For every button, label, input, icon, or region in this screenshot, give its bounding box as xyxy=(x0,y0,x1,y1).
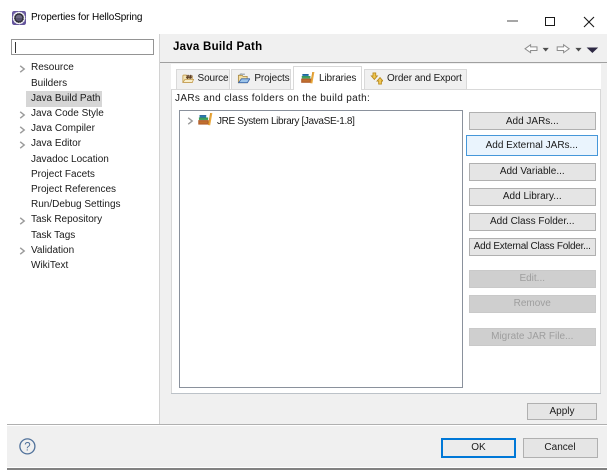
svg-text:?: ? xyxy=(24,441,30,453)
